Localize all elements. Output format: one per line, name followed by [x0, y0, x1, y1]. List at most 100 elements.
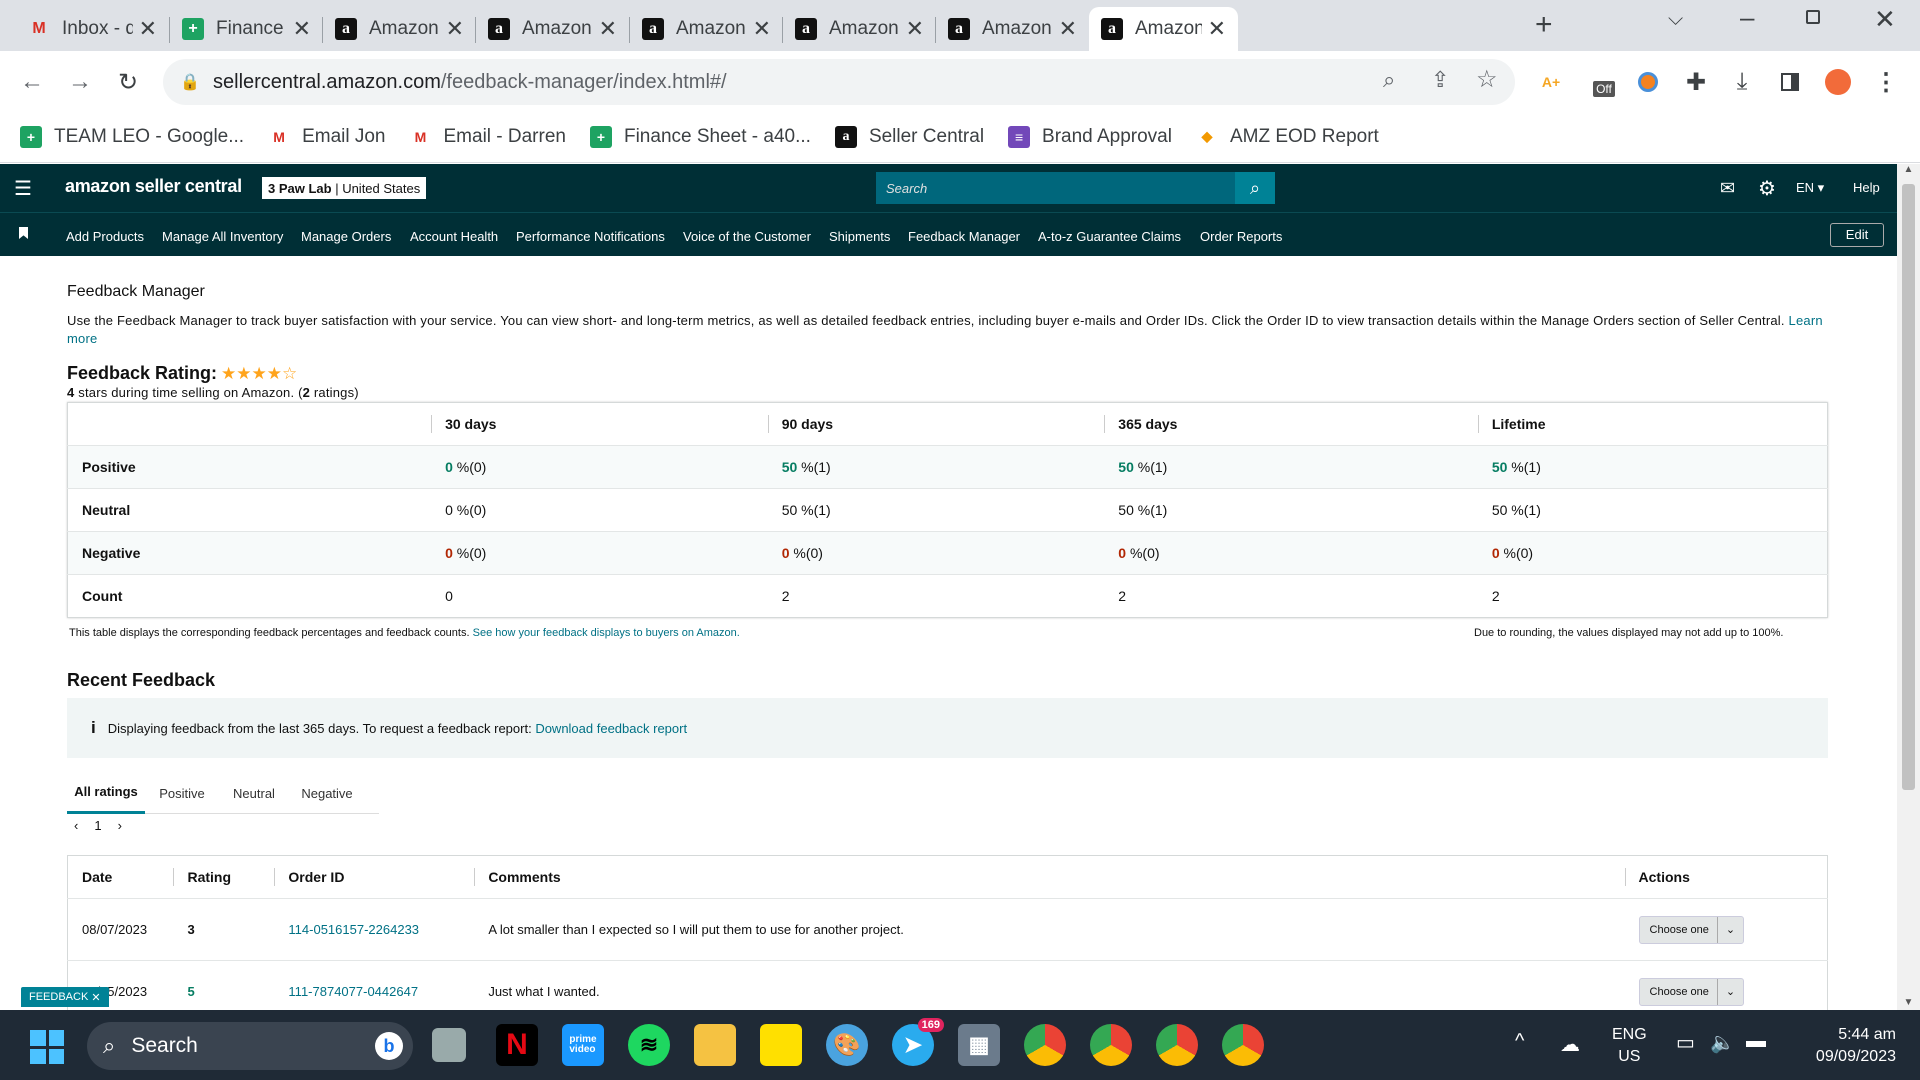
chrome-icon-2[interactable]: [1090, 1024, 1132, 1066]
volume-icon[interactable]: 🔈: [1710, 1030, 1735, 1055]
browser-tab[interactable]: a Amazon ✕: [630, 7, 783, 51]
close-tab-icon[interactable]: ✕: [906, 16, 924, 42]
netflix-icon[interactable]: N: [496, 1024, 538, 1066]
browser-tab[interactable]: + Finance She ✕: [170, 7, 323, 51]
file-explorer-icon[interactable]: [694, 1024, 736, 1066]
seller-search-box[interactable]: Search ⌕: [876, 172, 1275, 204]
browser-tab[interactable]: a Amazon ✕: [783, 7, 936, 51]
close-tab-icon[interactable]: ✕: [753, 16, 771, 42]
choose-one-dropdown[interactable]: Choose one ⌄: [1638, 977, 1745, 1006]
download-feedback-report-link[interactable]: Download feedback report: [535, 721, 687, 736]
browser-tab[interactable]: a Amazon ✕: [323, 7, 476, 51]
bookmark-star-icon[interactable]: ☆: [1476, 65, 1498, 94]
address-bar[interactable]: 🔒 sellercentral.amazon.com/feedback-mana…: [163, 59, 1515, 105]
scrollbar-thumb[interactable]: [1902, 184, 1915, 790]
close-window-icon[interactable]: ✕: [1874, 4, 1896, 35]
nav-item[interactable]: Manage Orders: [301, 229, 391, 244]
new-tab-button[interactable]: +: [1535, 8, 1553, 42]
filter-tab-all-ratings[interactable]: All ratings: [67, 772, 145, 814]
zoom-icon[interactable]: ⌕: [1383, 67, 1395, 93]
help-link[interactable]: Help: [1853, 180, 1880, 195]
share-icon[interactable]: ⇪: [1431, 67, 1449, 93]
close-tab-icon[interactable]: ✕: [1059, 16, 1077, 42]
feedback-badge[interactable]: FEEDBACK ✕: [21, 987, 109, 1007]
display-icon[interactable]: ▭: [1676, 1030, 1695, 1055]
profile-avatar-icon[interactable]: [1822, 66, 1854, 98]
feedback-display-link[interactable]: See how your feedback displays to buyers…: [473, 627, 740, 639]
clock[interactable]: 5:44 am 09/09/2023: [1796, 1024, 1896, 1068]
edit-nav-button[interactable]: Edit: [1830, 223, 1884, 247]
telegram-icon[interactable]: ➤ 169: [892, 1018, 944, 1066]
nav-item[interactable]: Feedback Manager: [908, 229, 1020, 244]
order-id-link[interactable]: 114-0516157-2264233: [274, 898, 475, 961]
off-extension-icon[interactable]: Off: [1588, 66, 1620, 98]
bing-icon[interactable]: b: [375, 1032, 403, 1060]
feedback-badge-close-icon[interactable]: ✕: [91, 991, 100, 1004]
show-hidden-icons-chevron-icon[interactable]: ^: [1515, 1030, 1524, 1053]
choose-one-dropdown[interactable]: Choose one ⌄: [1638, 915, 1745, 944]
browser-tab[interactable]: a Amazon ✕: [1089, 7, 1238, 51]
hamburger-menu-icon[interactable]: ☰: [14, 176, 32, 201]
language-indicator[interactable]: ENG US: [1612, 1024, 1647, 1068]
account-switcher[interactable]: 3 Paw Lab | United States: [262, 177, 427, 199]
filter-tab-positive[interactable]: Positive: [145, 772, 219, 814]
restore-icon[interactable]: [1806, 10, 1820, 24]
close-tab-icon[interactable]: ✕: [599, 16, 617, 42]
orange-extension-icon[interactable]: [1632, 66, 1664, 98]
close-tab-icon[interactable]: ✕: [139, 16, 157, 42]
task-view-icon[interactable]: [432, 1028, 466, 1062]
chrome-menu-icon[interactable]: ⋮: [1870, 66, 1902, 98]
page-scrollbar[interactable]: ▲ ▼: [1897, 164, 1920, 1010]
chrome-icon-4-active[interactable]: [1222, 1024, 1264, 1066]
filter-tab-neutral[interactable]: Neutral: [219, 772, 289, 814]
filter-tab-negative[interactable]: Negative: [289, 772, 365, 814]
sticky-notes-icon[interactable]: [760, 1024, 802, 1066]
paint-icon[interactable]: 🎨: [826, 1024, 868, 1066]
browser-tab[interactable]: a Amazon ✕: [936, 7, 1089, 51]
bookmark-nav-icon[interactable]: [19, 227, 28, 239]
nav-item[interactable]: Performance Notifications: [516, 229, 665, 244]
forward-icon[interactable]: →: [64, 66, 96, 98]
amzscout-extension-icon[interactable]: A+: [1535, 66, 1567, 98]
bookmark-item[interactable]: M Email - Darren: [410, 126, 566, 148]
reload-icon[interactable]: ↻: [112, 66, 144, 98]
page-number[interactable]: 1: [94, 818, 101, 833]
prev-page-icon[interactable]: ‹: [74, 818, 78, 833]
search-icon[interactable]: ⌕: [1235, 172, 1275, 204]
bookmark-item[interactable]: + Finance Sheet - a40...: [589, 125, 811, 148]
extensions-puzzle-icon[interactable]: ✚: [1680, 66, 1712, 98]
close-tab-icon[interactable]: ✕: [446, 16, 464, 42]
minimize-icon[interactable]: –: [1740, 2, 1754, 33]
bookmark-item[interactable]: a Seller Central: [834, 125, 984, 148]
seller-central-logo[interactable]: amazon seller central: [65, 176, 242, 197]
nav-item[interactable]: Add Products: [66, 229, 144, 244]
browser-tab[interactable]: a Amazon ✕: [476, 7, 629, 51]
windows-start-icon[interactable]: [30, 1030, 64, 1064]
nav-item[interactable]: Account Health: [410, 229, 498, 244]
nav-item[interactable]: Order Reports: [1200, 229, 1282, 244]
spotify-icon[interactable]: ≋: [628, 1024, 670, 1066]
nav-item[interactable]: Shipments: [829, 229, 890, 244]
bookmark-item[interactable]: M Email Jon: [268, 126, 385, 148]
bookmark-item[interactable]: + TEAM LEO - Google...: [20, 125, 244, 148]
nav-item[interactable]: Voice of the Customer: [683, 229, 811, 244]
network-status-icon[interactable]: ☁: [1560, 1032, 1580, 1057]
settings-gear-icon[interactable]: ⚙: [1758, 176, 1776, 201]
mail-icon[interactable]: ✉: [1720, 178, 1735, 199]
language-selector[interactable]: EN ▾: [1796, 180, 1824, 196]
browser-tab[interactable]: M Inbox - dar ✕: [16, 7, 169, 51]
bookmark-item[interactable]: ≡ Brand Approval: [1008, 125, 1172, 148]
battery-icon[interactable]: ▬: [1746, 1030, 1766, 1053]
close-tab-icon[interactable]: ✕: [293, 16, 311, 42]
next-page-icon[interactable]: ›: [118, 818, 122, 833]
taskbar-search-box[interactable]: ⌕ Search b: [87, 1022, 413, 1070]
back-icon[interactable]: ←: [16, 66, 48, 98]
nav-item[interactable]: Manage All Inventory: [162, 229, 283, 244]
bookmark-item[interactable]: ◆ AMZ EOD Report: [1196, 126, 1379, 148]
tab-search-chevron-icon[interactable]: ⌵: [1668, 8, 1683, 31]
close-tab-icon[interactable]: ✕: [1208, 16, 1226, 42]
chrome-icon-1[interactable]: [1024, 1024, 1066, 1066]
chrome-icon-3[interactable]: [1156, 1024, 1198, 1066]
nav-item[interactable]: A-to-z Guarantee Claims: [1038, 229, 1181, 244]
prime-video-icon[interactable]: prime video: [562, 1024, 604, 1066]
